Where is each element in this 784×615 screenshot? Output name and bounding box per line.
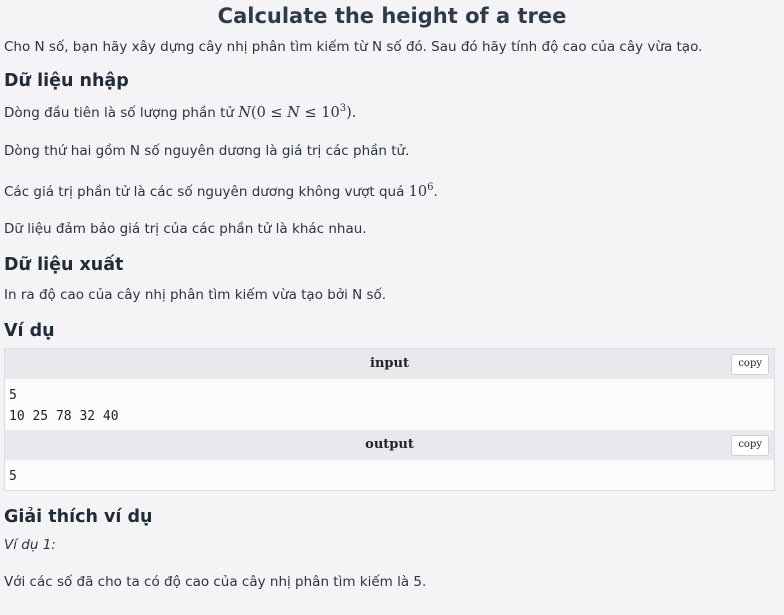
copy-input-button[interactable]: copy [731,354,769,375]
sample-output-value: 5 [5,460,774,490]
sample-output-label: output [365,437,414,452]
copy-output-button[interactable]: copy [731,435,769,456]
input-line-limit: Các giá trị phần tử là các số nguyên dươ… [4,182,438,200]
sample-input-label: input [370,356,409,371]
sample-output-header: output copy [5,430,774,460]
explanation-heading: Giải thích ví dụ [4,507,153,527]
page-title: Calculate the height of a tree [217,4,567,28]
input-line-values: Dòng thứ hai gồm N số nguyên dương là gi… [4,143,410,159]
sample-input-header: input copy [5,349,774,379]
input-line-limit-text: Các giá trị phần tử là các số nguyên dươ… [4,184,409,200]
example-heading: Ví dụ [4,321,55,341]
limit-math: 106 [408,182,434,200]
input-heading: Dữ liệu nhập [4,71,129,91]
explanation-example-label: Ví dụ 1: [4,537,56,553]
output-text: In ra độ cao của cây nhị phân tìm kiếm v… [4,287,387,303]
problem-page: Calculate the height of a tree Cho N số,… [0,0,784,615]
input-line-count: Dòng đầu tiên là số lượng phần tử N(0 ≤ … [4,99,780,123]
constraint-math: N(0 ≤ N ≤ 103). [238,103,357,121]
input-line-count-text: Dòng đầu tiên là số lượng phần tử [4,105,239,121]
input-line-distinct: Dữ liệu đảm bảo giá trị của các phần tử … [4,221,367,237]
explanation-text: Với các số đã cho ta có độ cao của cây n… [4,574,427,590]
intro-text: Cho N số, bạn hãy xây dựng cây nhị phân … [4,39,703,55]
output-heading: Dữ liệu xuất [4,255,124,275]
sample-input-value: 5 10 25 78 32 40 [5,379,774,430]
sample-block: input copy 5 10 25 78 32 40 output copy … [4,348,775,491]
